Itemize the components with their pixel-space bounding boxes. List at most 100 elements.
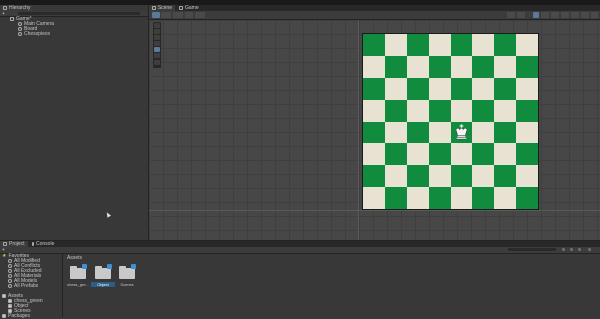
- board-square[interactable]: [450, 121, 473, 144]
- folder-label[interactable]: chess_gre...: [66, 282, 90, 287]
- move-tool-button[interactable]: [154, 29, 160, 34]
- board-square[interactable]: [384, 121, 407, 144]
- folder-label[interactable]: Scenes: [115, 282, 139, 287]
- board-square[interactable]: [406, 55, 429, 78]
- board-square[interactable]: [428, 55, 451, 78]
- filter-label-icon[interactable]: [570, 248, 573, 251]
- board-square[interactable]: [363, 121, 385, 144]
- board-square[interactable]: [428, 99, 451, 122]
- board-square[interactable]: [363, 143, 385, 166]
- effects-button[interactable]: [561, 12, 569, 18]
- board-square[interactable]: [516, 99, 538, 122]
- transform-tool-button[interactable]: [154, 53, 160, 58]
- board-square[interactable]: [450, 165, 473, 188]
- board-square[interactable]: [384, 34, 407, 56]
- board-square[interactable]: [472, 121, 495, 144]
- board-square[interactable]: [516, 77, 538, 100]
- board-square[interactable]: [494, 77, 517, 100]
- board-square[interactable]: [472, 55, 495, 78]
- board-square[interactable]: [516, 165, 538, 188]
- board-square[interactable]: [363, 34, 385, 56]
- board-square[interactable]: [363, 99, 385, 122]
- tree-item-chesspiece[interactable]: Chesspiece: [18, 31, 50, 37]
- rect-tool-button[interactable]: [154, 47, 160, 52]
- folder-label[interactable]: Object: [91, 282, 115, 287]
- view-tool-button[interactable]: [154, 23, 160, 28]
- board-square[interactable]: [472, 34, 495, 56]
- board-square[interactable]: [428, 34, 451, 56]
- board-square[interactable]: [428, 165, 451, 188]
- board-square[interactable]: [384, 187, 407, 209]
- hand-tool-button[interactable]: [152, 12, 160, 18]
- board-square[interactable]: [494, 55, 517, 78]
- grid-snap-button[interactable]: [185, 12, 193, 18]
- audio-button[interactable]: [551, 12, 559, 18]
- favorite-item[interactable]: All Prefabs: [8, 283, 38, 289]
- board-square[interactable]: [494, 34, 517, 56]
- board-square[interactable]: [406, 77, 429, 100]
- board-square[interactable]: [450, 34, 473, 56]
- board-square[interactable]: [494, 143, 517, 166]
- board-square[interactable]: [516, 34, 538, 56]
- board-square[interactable]: [494, 121, 517, 144]
- board-square[interactable]: [472, 99, 495, 122]
- board-square[interactable]: [450, 187, 473, 209]
- white-king-icon[interactable]: [453, 123, 470, 141]
- visibility-button[interactable]: [571, 12, 579, 18]
- custom-tool-button[interactable]: [154, 60, 160, 65]
- board-square[interactable]: [363, 165, 385, 188]
- board-square[interactable]: [516, 55, 538, 78]
- board-square[interactable]: [472, 165, 495, 188]
- board-square[interactable]: [384, 99, 407, 122]
- board-square[interactable]: [472, 77, 495, 100]
- pivot-dropdown[interactable]: [161, 12, 171, 18]
- board-square[interactable]: [406, 99, 429, 122]
- filter-type-icon[interactable]: [562, 248, 565, 251]
- board-square[interactable]: [428, 121, 451, 144]
- board-square[interactable]: [428, 77, 451, 100]
- gizmo-button[interactable]: [507, 12, 515, 18]
- board-square[interactable]: [406, 121, 429, 144]
- gizmos-dropdown[interactable]: [591, 12, 598, 18]
- board-square[interactable]: [450, 143, 473, 166]
- hierarchy-search-input[interactable]: [18, 12, 140, 15]
- board-square[interactable]: [472, 143, 495, 166]
- board-square[interactable]: [406, 165, 429, 188]
- lighting-button[interactable]: [541, 12, 549, 18]
- eye-icon[interactable]: [588, 248, 591, 251]
- board-square[interactable]: [516, 143, 538, 166]
- add-icon[interactable]: +: [2, 11, 5, 17]
- board-square[interactable]: [494, 165, 517, 188]
- board-square[interactable]: [406, 187, 429, 209]
- board-square[interactable]: [516, 187, 538, 209]
- board-square[interactable]: [384, 143, 407, 166]
- board-square[interactable]: [450, 99, 473, 122]
- scale-tool-button[interactable]: [154, 41, 160, 46]
- board-square[interactable]: [406, 143, 429, 166]
- board-square[interactable]: [428, 187, 451, 209]
- folder-icon[interactable]: [70, 264, 87, 279]
- board-square[interactable]: [363, 187, 385, 209]
- board-square[interactable]: [384, 55, 407, 78]
- board-square[interactable]: [363, 55, 385, 78]
- 2d-toggle[interactable]: [533, 12, 539, 18]
- project-search-input[interactable]: [508, 248, 556, 251]
- folder-icon[interactable]: [95, 264, 112, 279]
- board-square[interactable]: [450, 77, 473, 100]
- camera-button[interactable]: [581, 12, 589, 18]
- board-square[interactable]: [450, 55, 473, 78]
- folder-icon[interactable]: [119, 264, 136, 279]
- board-square[interactable]: [472, 187, 495, 209]
- draw-mode-button[interactable]: [517, 12, 525, 18]
- snap-dropdown[interactable]: [195, 12, 205, 18]
- board-square[interactable]: [406, 34, 429, 56]
- chess-board[interactable]: [362, 33, 539, 210]
- board-square[interactable]: [428, 143, 451, 166]
- board-square[interactable]: [384, 165, 407, 188]
- board-square[interactable]: [494, 99, 517, 122]
- breadcrumb[interactable]: Assets: [67, 255, 82, 261]
- board-square[interactable]: [494, 187, 517, 209]
- board-square[interactable]: [516, 121, 538, 144]
- star-icon[interactable]: [578, 248, 581, 251]
- board-square[interactable]: [363, 77, 385, 100]
